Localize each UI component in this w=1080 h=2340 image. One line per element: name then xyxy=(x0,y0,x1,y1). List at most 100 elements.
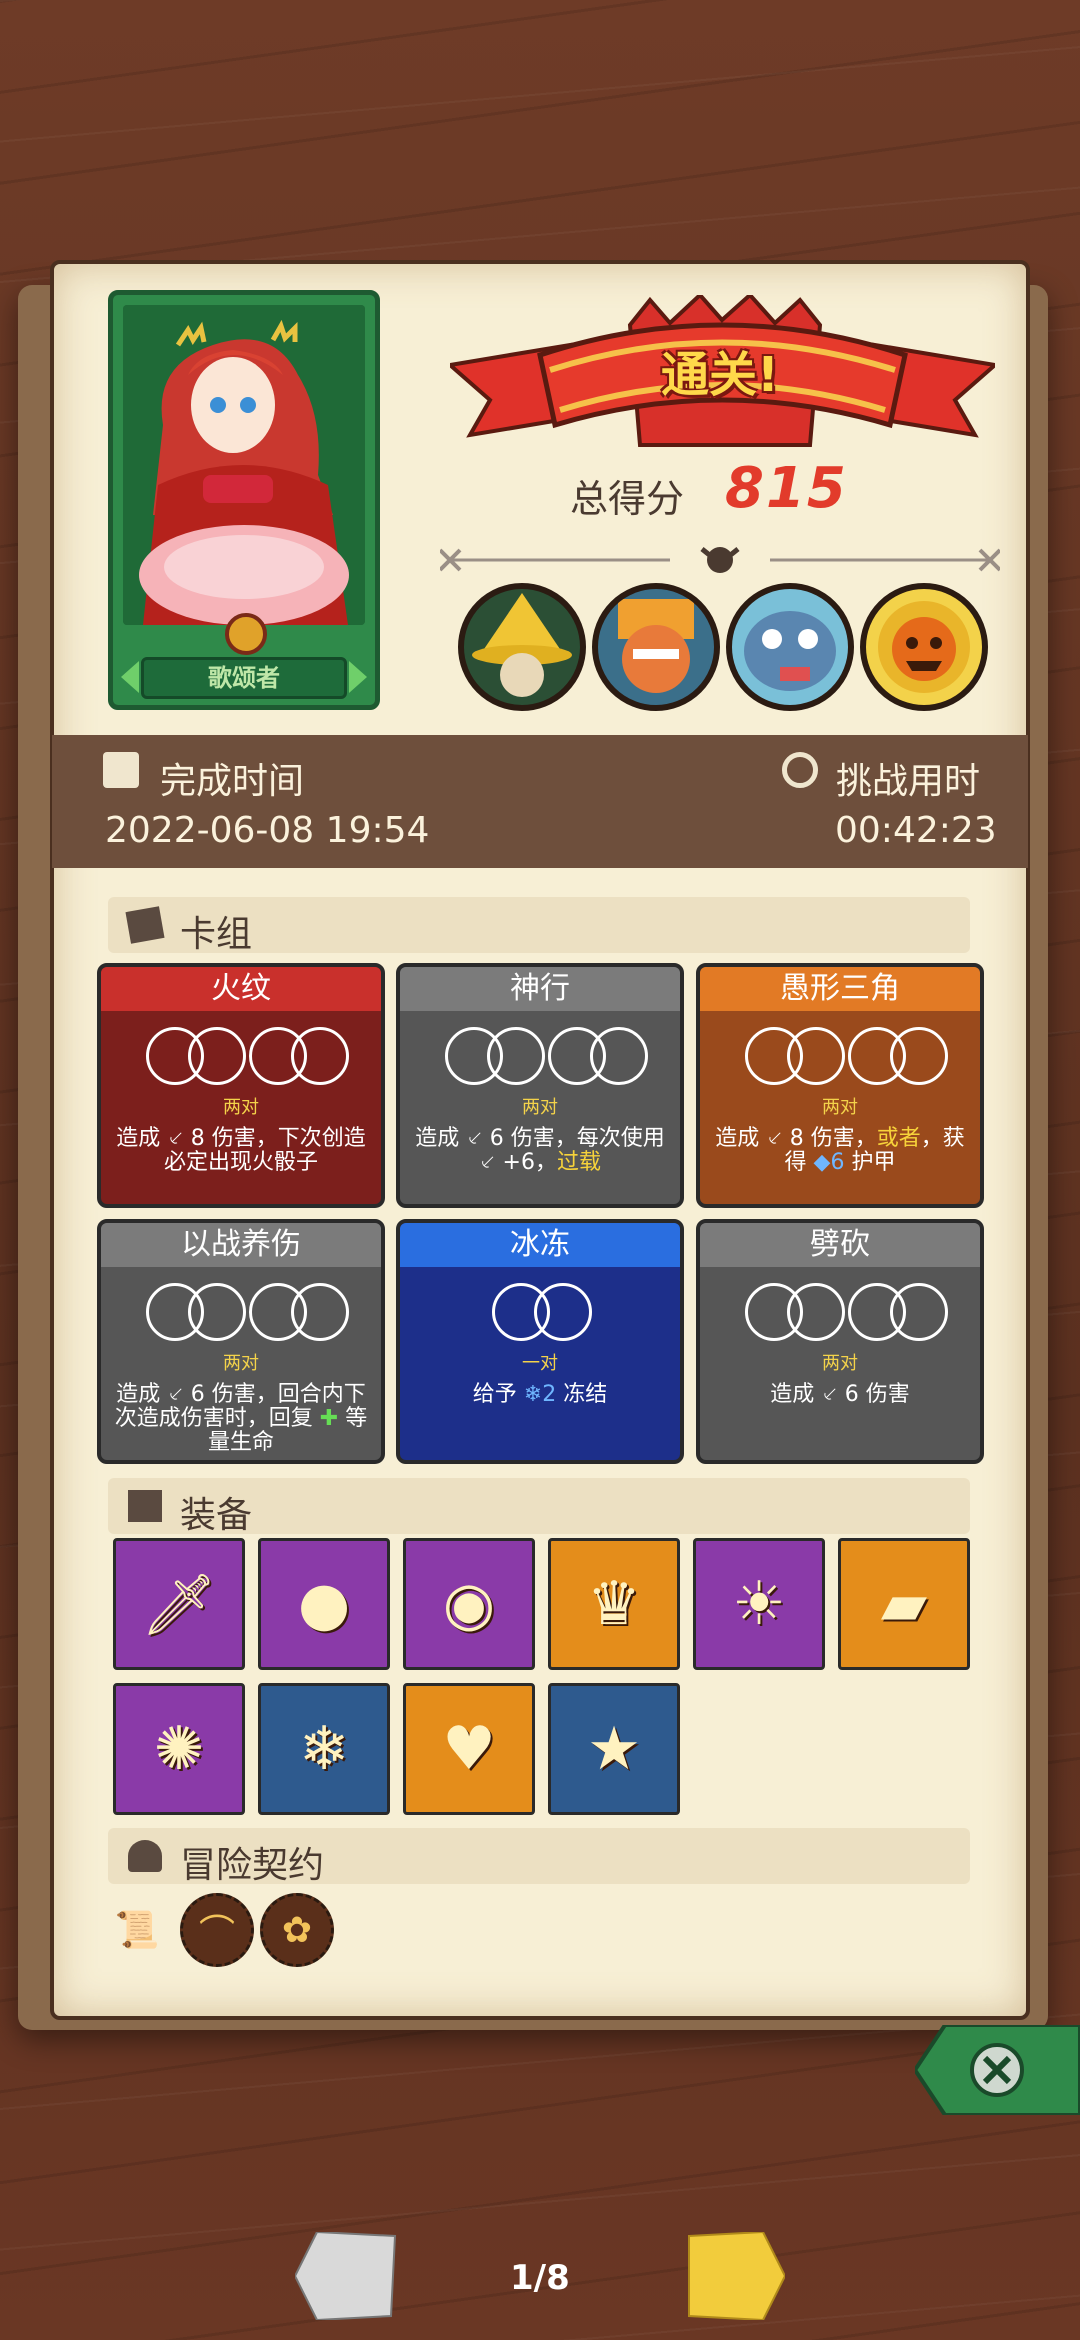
card-description: 造成 ⸔ 6 伤害 xyxy=(710,1383,970,1407)
deck-card[interactable]: 冰冻 一对 给予 ❄2 冻结 xyxy=(396,1219,684,1464)
snowflake-icon: ❄ xyxy=(523,1382,543,1407)
golden-crown-icon: ♛ xyxy=(587,1569,641,1639)
sword-icon: ⸔ xyxy=(479,1150,503,1175)
equipment-slot[interactable]: ♥ xyxy=(403,1683,535,1815)
dice-slots xyxy=(101,1027,381,1091)
equipment-section-header: 装备 xyxy=(108,1478,970,1536)
box-icon xyxy=(128,1490,162,1522)
desc-text: 8 伤害，下次创造必定出现火骰子 xyxy=(163,1126,366,1175)
equipment-slot[interactable]: 🗡 xyxy=(113,1538,245,1670)
next-hero-arrow-icon[interactable] xyxy=(349,661,367,693)
card-description: 造成 ⸔ 6 伤害，回合内下次造成伤害时，回复 ✚ 等量生命 xyxy=(111,1383,371,1455)
spotted-egg-icon: ◉ xyxy=(442,1569,496,1639)
desc-text: +6， xyxy=(502,1150,557,1175)
die-slot xyxy=(487,1027,545,1085)
prev-page-button[interactable] xyxy=(293,2230,400,2322)
armor-amount: 6 xyxy=(830,1150,845,1175)
dice-slots xyxy=(400,1027,680,1091)
duration-label: 挑战用时 xyxy=(836,761,981,802)
equipment-slot[interactable]: ☀ xyxy=(693,1538,825,1670)
shield-icon: ◆ xyxy=(813,1150,831,1175)
pipe-icon[interactable]: ⌒ xyxy=(180,1893,254,1967)
contract-icon xyxy=(128,1840,162,1872)
die-slot xyxy=(188,1283,246,1341)
card-description: 造成 ⸔ 8 伤害，或者，获得 ◆6 护甲 xyxy=(710,1127,970,1175)
finish-time-label: 完成时间 xyxy=(160,761,305,802)
sword-icon: ⸔ xyxy=(466,1126,490,1151)
desc-text: 护甲 xyxy=(844,1150,896,1175)
score-value: 815 xyxy=(725,456,848,521)
card-title: 劈砍 xyxy=(700,1223,980,1267)
heart-chest-icon: ♥ xyxy=(442,1714,496,1784)
close-button[interactable] xyxy=(912,2023,1080,2117)
sword-icon: ⸔ xyxy=(821,1382,845,1407)
deck-card[interactable]: 火纹 两对 造成 ⸔ 8 伤害，下次创造必定出现火骰子 xyxy=(97,963,385,1208)
victory-title: 通关! xyxy=(661,347,779,403)
contract-section-label: 冒险契约 xyxy=(180,1845,325,1886)
desc-text: 造成 xyxy=(770,1382,822,1407)
equipment-slot[interactable]: ▰ xyxy=(838,1538,970,1670)
desc-text: 6 伤害 xyxy=(844,1382,910,1407)
card-title: 冰冻 xyxy=(400,1223,680,1267)
card-pair-requirement: 两对 xyxy=(223,1097,259,1118)
hero-portrait xyxy=(123,305,365,625)
deck-card[interactable]: 愚形三角 两对 造成 ⸔ 8 伤害，或者，获得 ◆6 护甲 xyxy=(696,963,984,1208)
equipment-slot[interactable]: ● xyxy=(258,1538,390,1670)
die-slot xyxy=(291,1283,349,1341)
equipment-slot[interactable]: ♛ xyxy=(548,1538,680,1670)
equipment-slot[interactable]: ❄ xyxy=(258,1683,390,1815)
hero-card[interactable]: 歌颂者 xyxy=(108,290,380,710)
deck-section-header: 卡组 xyxy=(108,897,970,955)
equipment-slot[interactable]: ★ xyxy=(548,1683,680,1815)
card-pair-requirement: 一对 xyxy=(522,1353,558,1374)
deck-card[interactable]: 神行 两对 造成 ⸔ 6 伤害，每次使用 ⸔ +6，过载 xyxy=(396,963,684,1208)
card-pair-requirement: 两对 xyxy=(522,1097,558,1118)
cards-icon xyxy=(125,906,165,944)
green-tablet-icon: ▰ xyxy=(880,1569,928,1639)
keyword-or: 或者 xyxy=(876,1126,921,1151)
dice-slots xyxy=(101,1283,381,1347)
equipment-slot[interactable]: ✺ xyxy=(113,1683,245,1815)
desc-text: 造成 xyxy=(116,1126,168,1151)
next-page-button[interactable] xyxy=(685,2230,787,2322)
hero-name: 歌颂者 xyxy=(141,657,347,699)
die-slot xyxy=(787,1027,845,1085)
card-description: 造成 ⸔ 8 伤害，下次创造必定出现火骰子 xyxy=(111,1127,371,1175)
calendar-icon xyxy=(103,752,139,788)
card-title: 以战养伤 xyxy=(101,1223,381,1267)
star-orb-icon: ★ xyxy=(587,1714,641,1784)
die-slot xyxy=(890,1027,948,1085)
desc-text: 冻结 xyxy=(556,1382,608,1407)
page-indicator: 1/8 xyxy=(510,2258,570,2298)
blue-beast-boss-icon xyxy=(726,583,854,711)
contract-section-header: 冒险契约 xyxy=(108,1828,970,1886)
die-slot xyxy=(291,1027,349,1085)
flower-pot-icon[interactable]: ✿ xyxy=(260,1893,334,1967)
scroll-icon[interactable]: 📜 xyxy=(100,1893,174,1967)
desc-text: 造成 xyxy=(415,1126,467,1151)
die-slot xyxy=(787,1283,845,1341)
card-pair-requirement: 两对 xyxy=(822,1097,858,1118)
card-description: 给予 ❄2 冻结 xyxy=(410,1383,670,1407)
die-slot xyxy=(890,1283,948,1341)
card-title: 火纹 xyxy=(101,967,381,1011)
card-pair-requirement: 两对 xyxy=(822,1353,858,1374)
deck-card[interactable]: 以战养伤 两对 造成 ⸔ 6 伤害，回合内下次造成伤害时，回复 ✚ 等量生命 xyxy=(97,1219,385,1464)
deck-section-label: 卡组 xyxy=(180,914,253,955)
equipment-section-label: 装备 xyxy=(180,1495,253,1536)
heal-cross-icon: ✚ xyxy=(319,1406,339,1431)
horned-warrior-boss-icon xyxy=(592,583,720,711)
equipment-slot[interactable]: ◉ xyxy=(403,1538,535,1670)
dice-slots xyxy=(700,1283,980,1347)
boss-divider xyxy=(438,545,1002,575)
deck-card[interactable]: 劈砍 两对 造成 ⸔ 6 伤害 xyxy=(696,1219,984,1464)
die-slot xyxy=(534,1283,592,1341)
umbrella-sword-icon: 🗡 xyxy=(140,1569,218,1640)
desc-text: 6 伤害，每次使用 xyxy=(489,1126,665,1151)
prev-hero-arrow-icon[interactable] xyxy=(121,661,139,693)
victory-banner: 通关! xyxy=(445,292,1000,475)
dice-slots xyxy=(700,1027,980,1091)
duration-value: 00:42:23 xyxy=(835,810,997,851)
sword-icon: ⸔ xyxy=(766,1126,790,1151)
pumpkin-boss-icon xyxy=(860,583,988,711)
